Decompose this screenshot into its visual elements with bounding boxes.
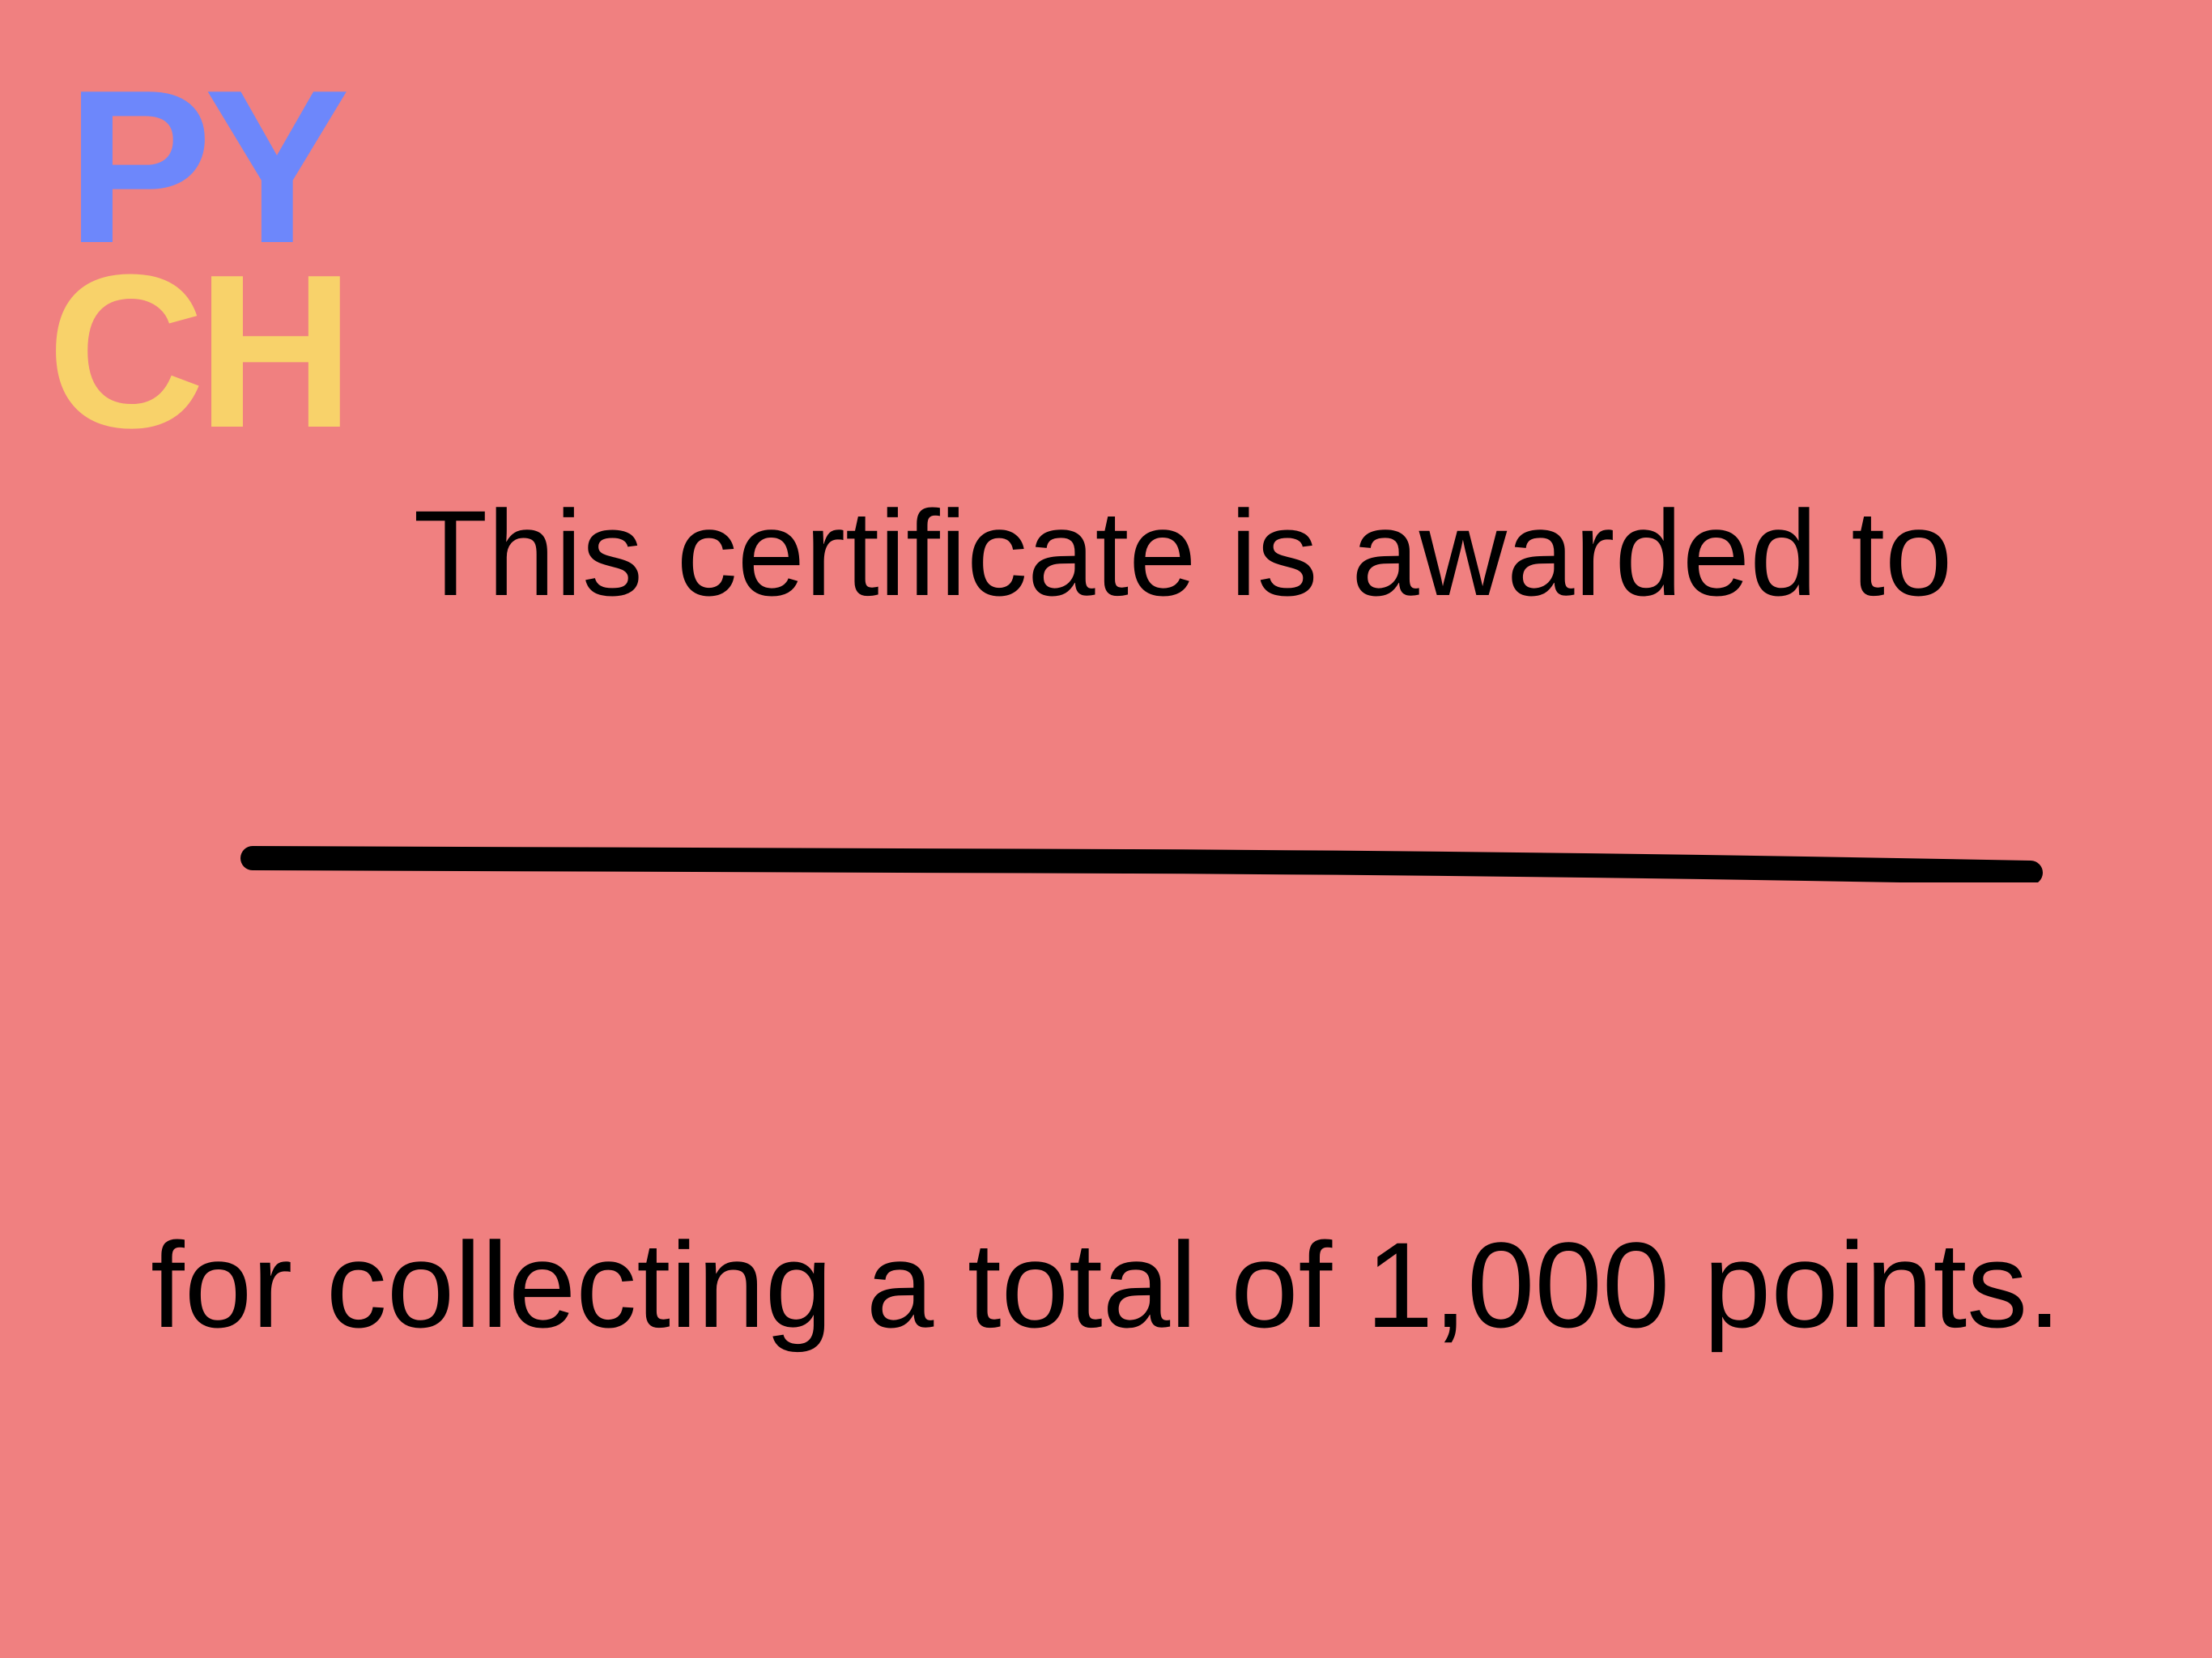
awarded-to-text: This certificate is awarded to bbox=[413, 485, 1953, 621]
pych-logo: PY CH bbox=[47, 58, 387, 461]
logo-line-ch: CH bbox=[47, 230, 355, 474]
achievement-text: for collecting a total of 1,000 points. bbox=[151, 1217, 2061, 1353]
certificate-page: PY CH This certificate is awarded to for… bbox=[0, 0, 2212, 1658]
recipient-name-line bbox=[240, 846, 2043, 882]
